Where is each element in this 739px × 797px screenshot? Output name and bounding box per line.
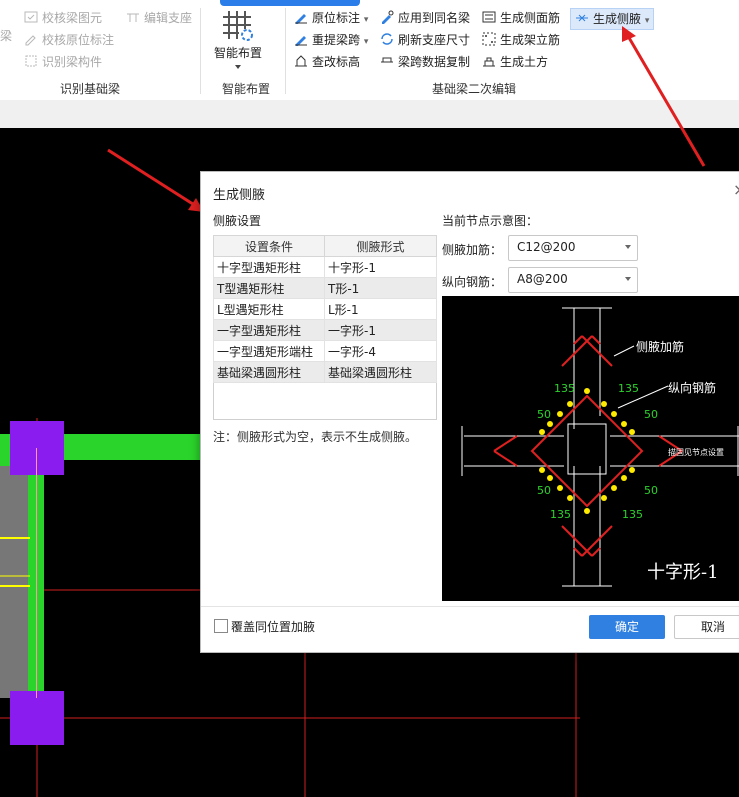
dim-label: 50 xyxy=(644,484,658,497)
generate-side-haunch-dialog: 生成侧腋 × 侧腋设置 设置条件 侧腋形式 十字型遇矩形柱十字形-1 T型遇矩形… xyxy=(200,171,739,653)
condition-cell: L型遇矩形柱 xyxy=(213,298,325,320)
cancel-button[interactable]: 取消 xyxy=(674,615,739,639)
column xyxy=(10,691,64,745)
group-separator xyxy=(285,8,286,94)
check-original-annotation-button[interactable]: 校核原位标注 xyxy=(24,30,114,50)
side-note: 描固见节点设置 xyxy=(668,447,724,457)
smart-layout-icon xyxy=(223,11,253,41)
haunch-rebar-label: 侧腋加筋： xyxy=(442,243,503,257)
copy-span-data-button[interactable]: 梁跨数据复制 xyxy=(380,52,470,72)
table-row[interactable]: 一字型遇矩形端柱 一字形-4 xyxy=(213,340,437,362)
column-header: 设置条件 xyxy=(213,235,325,257)
secondary-edit-group-label: 基础梁二次编辑 xyxy=(432,82,517,96)
table-row[interactable]: L型遇矩形柱 L形-1 xyxy=(213,298,437,320)
dim-label: 50 xyxy=(537,408,551,421)
footer-divider xyxy=(201,606,739,607)
chevron-down-icon xyxy=(625,277,631,281)
chevron-down-icon xyxy=(625,245,631,249)
identify-beam-partial-button[interactable]: 梁 xyxy=(0,26,16,46)
long-rebar-value: A8@200 xyxy=(517,272,568,286)
group-separator xyxy=(200,8,201,94)
refresh-icon xyxy=(381,33,393,45)
dim-label: 50 xyxy=(644,408,658,421)
node-preview: 侧腋加筋 纵向钢筋 135 135 135 135 50 50 50 50 描固… xyxy=(442,296,739,601)
form-cell[interactable]: 一字形-4 xyxy=(324,340,437,362)
angle-label: 135 xyxy=(550,508,571,521)
angle-label: 135 xyxy=(554,382,575,395)
note-text: 注：侧腋形式为空，表示不生成侧腋。 xyxy=(213,430,418,444)
long-rebar-select[interactable]: A8@200 xyxy=(508,267,638,293)
node-diagram: 侧腋加筋 纵向钢筋 135 135 135 135 50 50 50 50 描固… xyxy=(461,307,739,587)
apply-same-name-button[interactable]: 应用到同名梁 xyxy=(380,8,470,28)
identify-beam-component-button[interactable]: 识别梁构件 xyxy=(24,52,102,72)
re-extract-span-button[interactable]: 重提梁跨 ▾ xyxy=(294,30,368,50)
close-icon[interactable]: × xyxy=(733,180,739,199)
haunch-rule-table: 设置条件 侧腋形式 十字型遇矩形柱 十字形-1 T型遇矩形柱 T形-1 L型遇矩形柱… xyxy=(213,235,437,383)
generate-erection-rebar-button[interactable]: 生成架立筋 xyxy=(482,30,560,50)
table-row[interactable]: 基础梁遇圆形柱 基础梁遇圆形柱 xyxy=(213,361,437,383)
condition-cell: 一字型遇矩形端柱 xyxy=(213,340,325,362)
form-cell[interactable]: 一字形-1 xyxy=(324,319,437,341)
identify-group-label: 识别基础梁 xyxy=(60,82,121,96)
smart-layout-button[interactable]: 智能布置 xyxy=(210,6,266,76)
table-row[interactable]: 一字型遇矩形柱 一字形-1 xyxy=(213,319,437,341)
check-annotation-icon xyxy=(25,35,36,46)
check-element-icon xyxy=(24,11,38,23)
condition-cell: 十字型遇矩形柱 xyxy=(213,256,325,278)
callout-long: 纵向钢筋 xyxy=(668,380,716,395)
original-annotation-button[interactable]: 原位标注 ▾ xyxy=(294,8,368,28)
smart-layout-label: 智能布置 xyxy=(213,46,262,60)
angle-label: 135 xyxy=(618,382,639,395)
settings-section-title: 侧腋设置 xyxy=(213,214,262,228)
condition-cell: 一字型遇矩形柱 xyxy=(213,319,325,341)
edit-support-icon xyxy=(127,13,139,22)
column-header: 侧腋形式 xyxy=(324,235,437,257)
identify-component-icon xyxy=(25,55,37,67)
refresh-support-size-button[interactable]: 刷新支座尺寸 xyxy=(380,30,470,50)
annotation-arrow xyxy=(622,26,706,167)
overwrite-label: 覆盖同位置加腋 xyxy=(231,620,316,634)
smart-group-label: 智能布置 xyxy=(222,82,271,96)
chevron-down-icon: ▾ xyxy=(363,15,369,25)
form-cell[interactable]: 基础梁遇圆形柱 xyxy=(324,361,437,383)
overwrite-checkbox[interactable] xyxy=(214,619,228,633)
edit-elevation-button[interactable]: 查改标高 xyxy=(294,52,360,72)
check-beam-element-button[interactable]: 校核梁图元 xyxy=(24,8,102,28)
chevron-down-icon: ▾ xyxy=(363,37,369,47)
long-rebar-label: 纵向钢筋： xyxy=(442,275,503,289)
shape-name: 十字形-1 xyxy=(647,562,719,583)
erection-rebar-icon xyxy=(482,32,496,46)
condition-cell: T型遇矩形柱 xyxy=(213,277,325,299)
dim-label: 50 xyxy=(537,484,551,497)
chevron-down-icon xyxy=(235,65,241,69)
re-extract-icon xyxy=(295,36,307,46)
preview-title: 当前节点示意图： xyxy=(442,214,539,228)
callout-haunch: 侧腋加筋 xyxy=(636,339,684,354)
haunch-rebar-select[interactable]: C12@200 xyxy=(508,235,638,261)
form-cell[interactable]: T形-1 xyxy=(324,277,437,299)
angle-label: 135 xyxy=(622,508,643,521)
annotation-icon xyxy=(295,14,307,24)
dialog-title: 生成侧腋 xyxy=(213,188,266,203)
generate-earthwork-button[interactable]: 生成土方 xyxy=(482,52,548,72)
form-cell[interactable]: 十字形-1 xyxy=(324,256,437,278)
haunch-rebar-value: C12@200 xyxy=(517,240,576,254)
generate-side-rebar-button[interactable]: 生成侧面筋 xyxy=(482,8,560,28)
beam-body xyxy=(0,458,30,698)
edit-support-button[interactable]: 编辑支座 xyxy=(126,8,192,28)
table-row[interactable]: 十字型遇矩形柱 十字形-1 xyxy=(213,256,437,278)
copy-span-icon xyxy=(381,57,393,63)
form-cell[interactable]: L形-1 xyxy=(324,298,437,320)
elevation-icon xyxy=(295,55,307,67)
earthwork-icon xyxy=(483,57,495,67)
table-row[interactable]: T型遇矩形柱 T形-1 xyxy=(213,277,437,299)
condition-cell: 基础梁遇圆形柱 xyxy=(213,361,325,383)
ok-button[interactable]: 确定 xyxy=(589,615,665,639)
side-rebar-icon xyxy=(482,11,496,23)
apply-same-icon xyxy=(382,10,394,24)
side-haunch-icon xyxy=(576,14,588,22)
